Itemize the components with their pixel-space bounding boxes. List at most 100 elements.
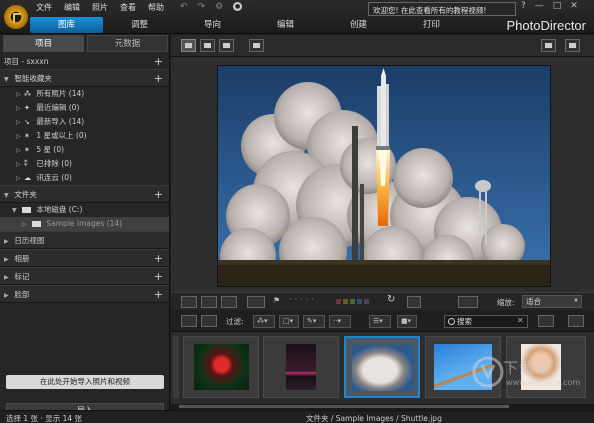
star-icon: ✶ bbox=[24, 146, 30, 154]
hand-tool-icon[interactable] bbox=[565, 39, 580, 52]
tab-project[interactable]: 项目 bbox=[3, 35, 84, 52]
single-photo-icon[interactable] bbox=[200, 39, 215, 52]
expand-triangle-icon[interactable]: ▷ bbox=[16, 102, 24, 116]
color-label-swatch[interactable] bbox=[357, 299, 362, 304]
search-input[interactable]: 搜索 bbox=[444, 315, 528, 328]
section-smart-collections[interactable]: ▼ 智能收藏夹 + bbox=[0, 69, 169, 87]
help-icon[interactable]: ? bbox=[521, 1, 526, 11]
collection-five-star[interactable]: ▷ ✶ 5 星 (0) bbox=[0, 143, 169, 157]
section-calendar[interactable]: ▶ 日历视图 bbox=[0, 231, 169, 249]
minimize-icon[interactable]: — bbox=[535, 1, 544, 11]
filter-people-dropdown[interactable]: ⁂▾ bbox=[253, 315, 275, 328]
section-title: 脸部 bbox=[14, 290, 30, 299]
color-label-swatch[interactable] bbox=[350, 299, 355, 304]
compare-two-icon[interactable] bbox=[201, 296, 217, 308]
undo-icon[interactable]: ↶ bbox=[180, 2, 188, 12]
folder-sample-images[interactable]: ▷ Sample Images (14) bbox=[0, 217, 169, 231]
tab-guided[interactable]: 导向 bbox=[176, 17, 249, 33]
color-label-swatch[interactable] bbox=[343, 299, 348, 304]
star-rating[interactable]: ····· bbox=[289, 295, 317, 304]
maximize-icon[interactable]: □ bbox=[553, 1, 562, 11]
menu-help[interactable]: 帮助 bbox=[148, 2, 164, 13]
expand-triangle-icon[interactable]: ▷ bbox=[16, 88, 24, 102]
menu-view[interactable]: 查看 bbox=[120, 2, 136, 13]
section-albums[interactable]: ▶ 相册 + bbox=[0, 249, 169, 267]
tab-adjust[interactable]: 调整 bbox=[103, 17, 176, 33]
compare-multi-icon[interactable] bbox=[221, 296, 237, 308]
brand-name: PhotoDirector bbox=[506, 18, 586, 33]
expand-triangle-icon[interactable]: ▶ bbox=[4, 287, 12, 305]
expand-triangle-icon[interactable]: ▷ bbox=[22, 218, 30, 232]
flag-icon[interactable]: ⚑ bbox=[273, 296, 280, 305]
sort-icon[interactable] bbox=[458, 296, 478, 308]
tutorial-notice[interactable]: 欢迎您! 在此查看所有的教程视频! bbox=[368, 2, 516, 16]
tab-library[interactable]: 图库 bbox=[30, 17, 103, 33]
thumbnail-view-icon[interactable] bbox=[181, 315, 197, 327]
collection-label: 最新导入 (14) bbox=[36, 117, 85, 126]
thumbnail-red-flower[interactable] bbox=[183, 336, 259, 398]
tab-edit[interactable]: 编辑 bbox=[249, 17, 322, 33]
thumbnail-rocket-launch[interactable] bbox=[344, 336, 420, 398]
filter-rating-dropdown[interactable]: ✎▾ bbox=[303, 315, 325, 328]
collection-all-photos[interactable]: ▷ ⁂ 所有照片 (14) bbox=[0, 87, 169, 101]
expand-triangle-icon[interactable]: ▷ bbox=[16, 144, 24, 158]
import-icon: ↘ bbox=[24, 118, 30, 126]
export-icon[interactable] bbox=[538, 315, 554, 327]
color-label-swatch[interactable] bbox=[336, 299, 341, 304]
compare-single-icon[interactable] bbox=[181, 296, 197, 308]
add-project-icon[interactable]: + bbox=[154, 55, 163, 69]
menu-photo[interactable]: 照片 bbox=[92, 2, 108, 13]
expand-triangle-icon[interactable]: ▷ bbox=[16, 172, 24, 186]
folder-local-disk[interactable]: ▼ 本地磁盘 (C:) bbox=[0, 203, 169, 217]
close-icon[interactable]: ✕ bbox=[570, 1, 578, 11]
project-label: 项目 - sxxxn bbox=[4, 57, 49, 66]
file-path: 文件夹 / Sample Images / Shuttle.jpg bbox=[306, 414, 442, 423]
add-collection-icon[interactable]: + bbox=[154, 70, 163, 88]
thumbnail-street-night[interactable] bbox=[263, 336, 339, 398]
redo-icon[interactable]: ↷ bbox=[198, 2, 206, 12]
expand-triangle-icon[interactable]: ▷ bbox=[16, 158, 24, 172]
list-view-icon[interactable] bbox=[201, 315, 217, 327]
settings-icon[interactable]: ⚙ bbox=[215, 2, 223, 12]
section-tags[interactable]: ▶ 标记 + bbox=[0, 267, 169, 285]
add-folder-icon[interactable]: + bbox=[154, 186, 163, 204]
zoom-select[interactable]: 适合 bbox=[522, 295, 582, 308]
collection-rejected[interactable]: ▷ ⁑ 已排除 (0) bbox=[0, 157, 169, 171]
menu-edit[interactable]: 编辑 bbox=[64, 2, 80, 13]
collection-recent-edits[interactable]: ▷ ✦ 最近编辑 (0) bbox=[0, 101, 169, 115]
filter-color-dropdown[interactable]: ··▾ bbox=[329, 315, 351, 328]
sort-order-dropdown[interactable]: ☰▾ bbox=[369, 315, 391, 328]
info-icon[interactable]: ● bbox=[233, 2, 243, 11]
section-faces[interactable]: ▶ 脸部 + bbox=[0, 285, 169, 303]
expand-triangle-icon[interactable]: ▷ bbox=[16, 130, 24, 144]
rotate-icon[interactable]: ↻ bbox=[387, 294, 395, 305]
menu-file[interactable]: 文件 bbox=[36, 2, 52, 13]
grid-view-icon[interactable] bbox=[219, 39, 234, 52]
filter-flag-dropdown[interactable]: □▾ bbox=[279, 315, 299, 328]
collection-latest-import[interactable]: ▷ ↘ 最新导入 (14) bbox=[0, 115, 169, 129]
add-tag-icon[interactable]: + bbox=[154, 268, 163, 286]
rocket-launch-photo[interactable] bbox=[217, 65, 551, 287]
clear-search-icon[interactable]: ✕ bbox=[517, 316, 524, 325]
tab-create[interactable]: 创建 bbox=[322, 17, 395, 33]
add-album-icon[interactable]: + bbox=[154, 250, 163, 268]
tab-metadata[interactable]: 元数据 bbox=[87, 35, 168, 52]
watermark-logo-icon bbox=[472, 356, 504, 388]
expand-triangle-icon[interactable]: ▷ bbox=[16, 116, 24, 130]
menu-bar: 文件 编辑 照片 查看 帮助 bbox=[36, 2, 164, 13]
collapse-triangle-icon[interactable]: ▼ bbox=[12, 204, 20, 218]
share-icon[interactable] bbox=[568, 315, 584, 327]
second-display-icon[interactable] bbox=[249, 39, 264, 52]
collection-one-star[interactable]: ▷ ✶ 1 星或以上 (0) bbox=[0, 129, 169, 143]
add-face-icon[interactable]: + bbox=[154, 286, 163, 304]
crop-icon[interactable] bbox=[407, 296, 421, 308]
section-folders[interactable]: ▼ 文件夹 + bbox=[0, 185, 169, 203]
stack-dropdown[interactable]: ■▾ bbox=[397, 315, 417, 328]
viewer-mode-icon[interactable] bbox=[181, 39, 196, 52]
collection-cloud[interactable]: ▷ ☁ 讯连云 (0) bbox=[0, 171, 169, 185]
tab-print[interactable]: 打印 bbox=[395, 17, 468, 33]
face-tag-icon[interactable] bbox=[247, 296, 265, 308]
zoom-tool-icon[interactable] bbox=[541, 39, 556, 52]
filmstrip-scrollbar[interactable] bbox=[171, 404, 594, 409]
color-label-swatch[interactable] bbox=[364, 299, 369, 304]
